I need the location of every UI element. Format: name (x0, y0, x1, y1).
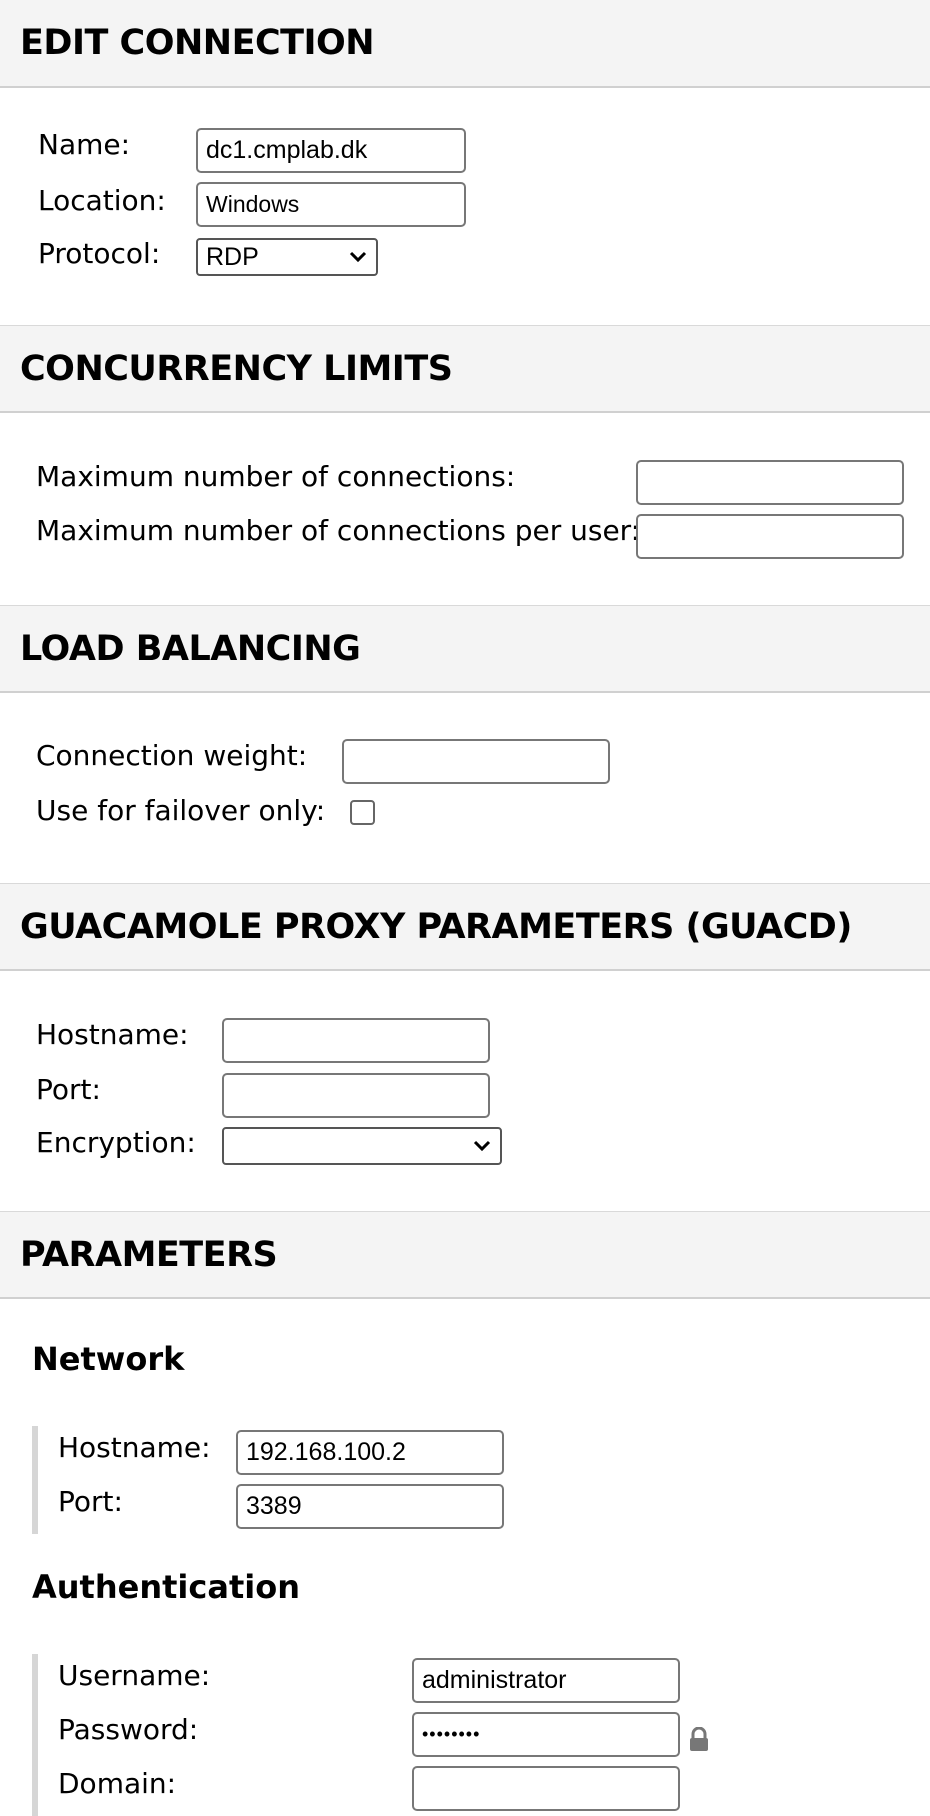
protocol-select[interactable]: RDP (196, 238, 378, 276)
failover-checkbox[interactable] (350, 800, 375, 825)
load-balancing-header: LOAD BALANCING (0, 605, 930, 693)
parameters-header: PARAMETERS (0, 1211, 930, 1299)
network-hostname-label: Hostname: (58, 1431, 211, 1464)
chevron-down-icon (473, 1140, 491, 1152)
location-input[interactable]: Windows (196, 182, 466, 227)
guacd-encryption-select[interactable] (222, 1127, 502, 1165)
location-label: Location: (38, 184, 166, 217)
guacd-port-input[interactable] (222, 1073, 490, 1118)
load-balancing-title: LOAD BALANCING (20, 628, 361, 669)
guacd-hostname-input[interactable] (222, 1018, 490, 1063)
domain-label: Domain: (58, 1767, 177, 1800)
username-input[interactable]: administrator (412, 1658, 680, 1703)
failover-label: Use for failover only: (36, 794, 326, 827)
name-label: Name: (38, 128, 131, 161)
edit-connection-header: EDIT CONNECTION (0, 0, 930, 88)
protocol-label: Protocol: (38, 237, 161, 270)
guacd-port-label: Port: (36, 1073, 101, 1106)
concurrency-limits-header: CONCURRENCY LIMITS (0, 325, 930, 413)
password-input[interactable]: •••••••• (412, 1712, 680, 1757)
max-connections-input[interactable] (636, 460, 904, 505)
name-input[interactable]: dc1.cmplab.dk (196, 128, 466, 173)
parameters-title: PARAMETERS (20, 1234, 278, 1275)
protocol-select-value: RDP (206, 243, 259, 271)
edit-connection-title: EDIT CONNECTION (20, 23, 375, 63)
max-connections-per-user-input[interactable] (636, 514, 904, 559)
authentication-group-bar (32, 1654, 38, 1816)
guacd-title: GUACAMOLE PROXY PARAMETERS (GUACD) (20, 906, 852, 947)
guacd-header: GUACAMOLE PROXY PARAMETERS (GUACD) (0, 883, 930, 971)
concurrency-limits-title: CONCURRENCY LIMITS (20, 348, 453, 389)
domain-input[interactable] (412, 1766, 680, 1811)
username-label: Username: (58, 1659, 211, 1692)
connection-weight-label: Connection weight: (36, 739, 308, 772)
lock-icon[interactable] (688, 1727, 710, 1753)
guacd-encryption-label: Encryption: (36, 1126, 196, 1159)
authentication-subheading: Authentication (32, 1568, 300, 1606)
network-hostname-input[interactable]: 192.168.100.2 (236, 1430, 504, 1475)
guacd-hostname-label: Hostname: (36, 1018, 189, 1051)
max-connections-label: Maximum number of connections: (36, 460, 516, 493)
chevron-down-icon (349, 251, 367, 263)
network-port-label: Port: (58, 1485, 123, 1518)
network-group-bar (32, 1426, 38, 1534)
network-port-input[interactable]: 3389 (236, 1484, 504, 1529)
password-label: Password: (58, 1713, 199, 1746)
max-connections-per-user-label: Maximum number of connections per user: (36, 514, 641, 547)
connection-weight-input[interactable] (342, 739, 610, 784)
network-subheading: Network (32, 1340, 185, 1378)
